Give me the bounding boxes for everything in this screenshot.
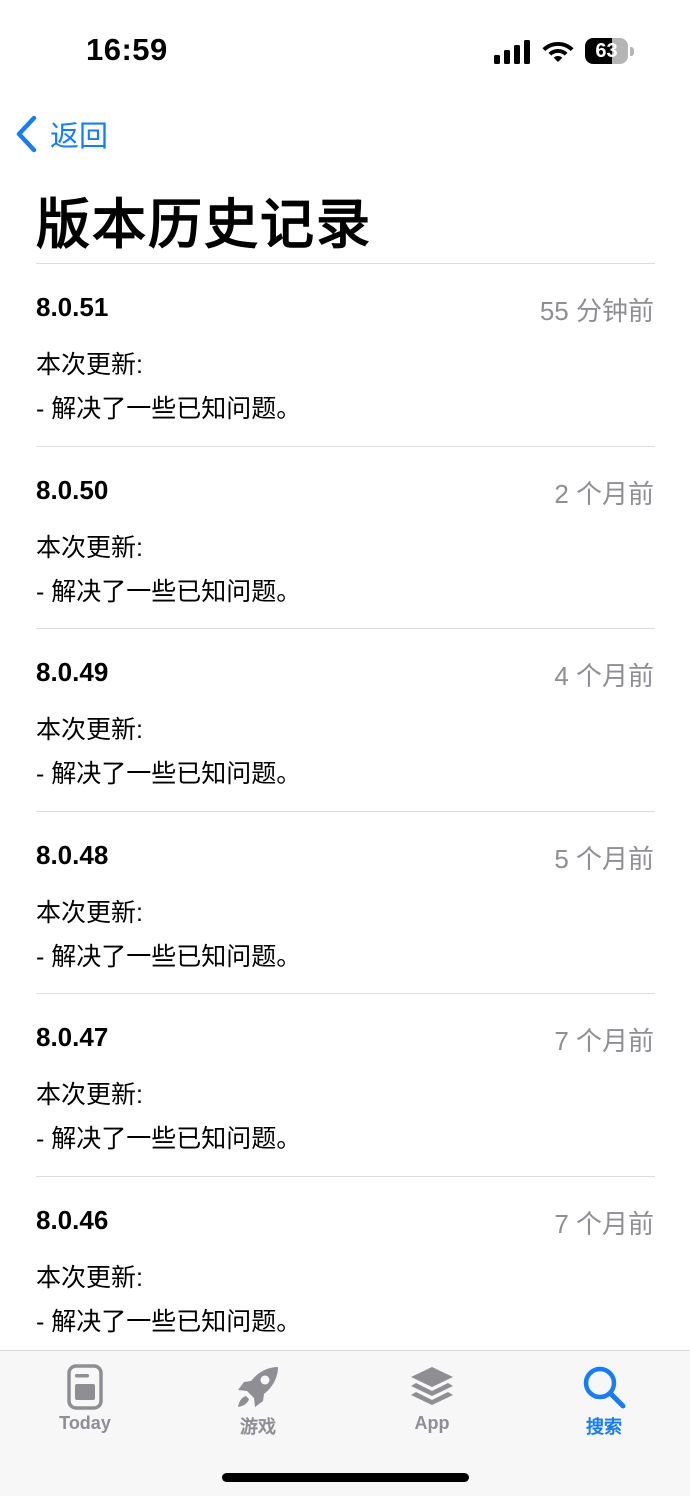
rocket-icon — [238, 1367, 278, 1407]
today-icon — [67, 1364, 103, 1410]
release-notes-heading: 本次更新: — [36, 898, 143, 927]
version-date: 5 个月前 — [554, 843, 654, 874]
version-number: 8.0.49 — [36, 657, 109, 688]
status-time: 16:59 — [86, 32, 168, 67]
tab-search[interactable]: 搜索 — [544, 1351, 664, 1441]
release-notes-line: - 解决了一些已知问题。 — [36, 1125, 302, 1154]
version-number: 8.0.50 — [36, 474, 109, 505]
tab-label: 搜索 — [586, 1417, 622, 1437]
battery-icon: 63 — [585, 38, 634, 64]
version-date: 55 分钟前 — [539, 296, 654, 326]
back-button[interactable]: 返回 — [14, 112, 108, 156]
tab-label: 游戏 — [240, 1417, 276, 1437]
version-item: 8.0.46 7 个月前 本次更新: - 解决了一些已知问题。 — [0, 1177, 690, 1360]
chevron-left-icon — [16, 115, 37, 153]
version-date: 7 个月前 — [554, 1208, 654, 1239]
version-item: 8.0.48 5 个月前 本次更新: - 解决了一些已知问题。 — [0, 812, 690, 995]
version-item: 8.0.47 7 个月前 本次更新: - 解决了一些已知问题。 — [0, 994, 690, 1177]
release-notes-heading: 本次更新: — [36, 716, 143, 745]
app-stack-icon — [411, 1367, 453, 1405]
version-number: 8.0.48 — [36, 839, 109, 870]
release-notes-heading: 本次更新: — [36, 351, 143, 379]
back-label: 返回 — [50, 121, 109, 153]
tab-apps[interactable]: App — [372, 1351, 492, 1441]
version-number: 8.0.46 — [36, 1204, 109, 1235]
signal-icon — [494, 40, 530, 64]
release-notes-line: - 解决了一些已知问题。 — [36, 395, 302, 423]
tab-label: App — [414, 1413, 450, 1433]
version-number: 8.0.47 — [36, 1022, 109, 1053]
version-list: 8.0.51 55 分钟前 本次更新: - 解决了一些已知问题。 8.0.50 … — [0, 264, 690, 1360]
version-item: 8.0.50 2 个月前 本次更新: - 解决了一些已知问题。 — [0, 447, 690, 630]
release-notes-line: - 解决了一些已知问题。 — [36, 942, 302, 971]
page-title: 版本历史记录 — [36, 195, 372, 255]
release-notes-heading: 本次更新: — [36, 1081, 143, 1110]
release-notes-line: - 解决了一些已知问题。 — [36, 577, 302, 606]
battery-cap — [630, 47, 634, 56]
battery-body: 63 — [585, 38, 628, 64]
wifi-icon — [542, 42, 574, 62]
version-item: 8.0.49 4 个月前 本次更新: - 解决了一些已知问题。 — [0, 629, 690, 812]
release-notes-line: - 解决了一些已知问题。 — [36, 760, 302, 789]
release-notes-heading: 本次更新: — [36, 1263, 143, 1292]
tab-games[interactable]: 游戏 — [198, 1351, 318, 1441]
version-item: 8.0.51 55 分钟前 本次更新: - 解决了一些已知问题。 — [0, 264, 690, 447]
home-indicator — [222, 1473, 469, 1482]
version-date: 4 个月前 — [554, 661, 654, 692]
search-icon — [583, 1366, 626, 1409]
version-date: 2 个月前 — [554, 478, 654, 509]
status-bar: 16:59 63 — [0, 0, 690, 100]
tab-label: Today — [59, 1413, 111, 1433]
release-notes-line: - 解决了一些已知问题。 — [36, 1307, 302, 1336]
release-notes-heading: 本次更新: — [36, 533, 143, 562]
battery-level: 63 — [595, 40, 618, 62]
tab-today[interactable]: Today — [25, 1351, 145, 1441]
version-date: 7 个月前 — [554, 1026, 654, 1057]
version-number: 8.0.51 — [36, 292, 109, 322]
